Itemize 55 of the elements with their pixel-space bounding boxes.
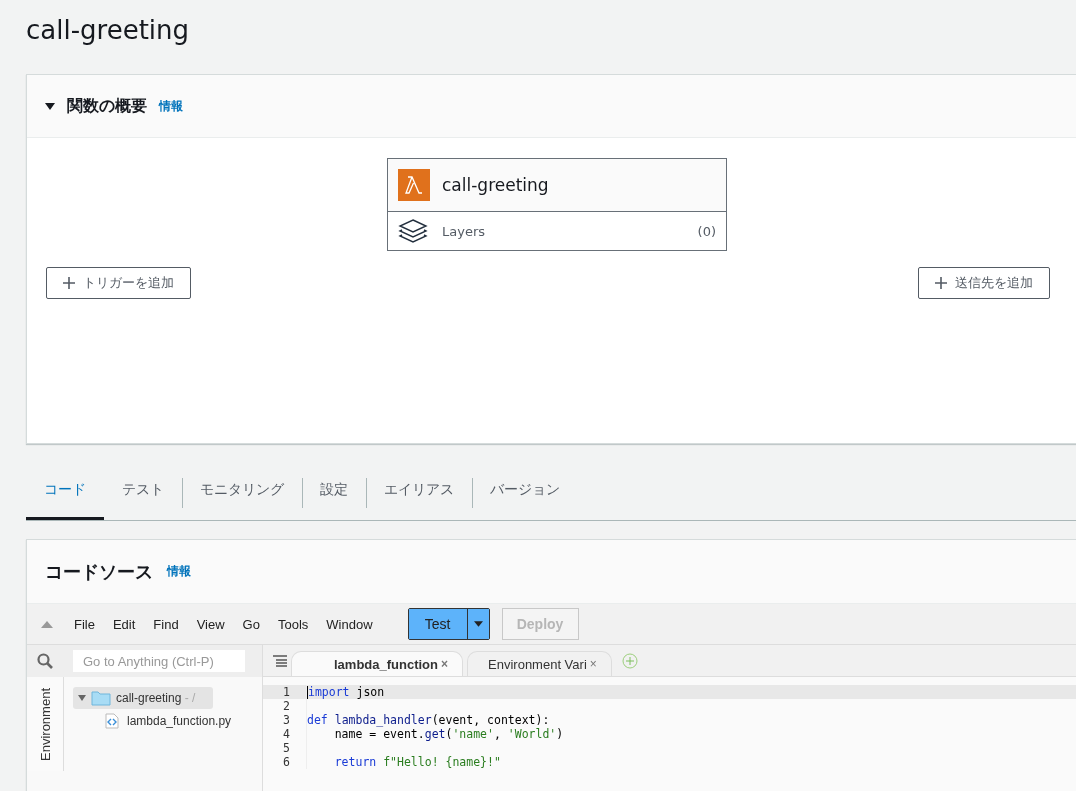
code-line: return f"Hello! {name}!" (333, 755, 501, 769)
info-link[interactable]: 情報 (167, 563, 191, 580)
plus-icon (63, 277, 75, 289)
caret-icon (473, 621, 483, 627)
code-line: def lambda_handler(event, context): (307, 713, 550, 727)
tab[interactable]: バージョン (472, 462, 578, 520)
collapse-icon[interactable] (41, 620, 53, 628)
layers-count: (0) (697, 223, 716, 239)
code-line: name = event.get('name', 'World') (333, 727, 564, 741)
line-number: 5 (263, 741, 307, 755)
file-tab[interactable]: Environment Vari × (467, 651, 612, 676)
file-tab[interactable]: lambda_function × (291, 651, 464, 676)
tab[interactable]: コード (26, 462, 104, 520)
page-title: call-greeting (26, 14, 191, 47)
section-title: 関数の概要 (67, 95, 147, 117)
lambda-icon (398, 169, 430, 201)
info-link[interactable]: 情報 (159, 97, 183, 115)
function-name: call-greeting (442, 175, 549, 195)
menu-item[interactable]: View (187, 616, 234, 632)
menu-item[interactable]: Edit (103, 616, 145, 632)
menu-item[interactable]: Window (317, 616, 382, 632)
line-number: 4 (263, 727, 307, 741)
close-icon[interactable]: × (441, 657, 449, 671)
search-icon[interactable] (37, 653, 53, 669)
close-icon[interactable]: × (589, 657, 597, 671)
tree-file[interactable]: lambda_function.py (73, 713, 252, 729)
list-icon[interactable] (273, 654, 287, 667)
layers-label: Layers (442, 223, 487, 239)
menu-item[interactable]: Find (144, 616, 188, 632)
plus-icon (935, 277, 947, 289)
folder-icon (91, 690, 111, 706)
test-button[interactable]: Test (408, 609, 467, 639)
caret-icon[interactable] (45, 101, 55, 111)
line-number: 6 (263, 755, 307, 769)
menu-item[interactable]: Tools (268, 616, 318, 632)
menu-item[interactable]: File (65, 616, 104, 632)
folder-item[interactable]: call-greeting - / (73, 687, 213, 709)
dropdown-button[interactable] (466, 609, 489, 639)
section-title: コードソース (45, 559, 153, 584)
tab[interactable]: 設定 (302, 462, 366, 520)
tab[interactable]: テスト (104, 462, 182, 520)
layers-icon (398, 218, 428, 244)
tab[interactable]: モニタリング (182, 462, 302, 520)
tab[interactable]: エイリアス (366, 462, 472, 520)
line-number: 2 (263, 699, 307, 713)
add-trigger-button[interactable]: トリガーを追加 (46, 267, 191, 299)
code-line: import json (307, 685, 385, 699)
search-field[interactable]: Go to Anything (Ctrl-P) (73, 650, 245, 672)
function-card[interactable]: call-greeting Layers (0) (387, 158, 727, 251)
side-tab[interactable]: Environment (37, 687, 53, 761)
menu-item[interactable]: Go (233, 616, 269, 632)
code-file-icon (105, 713, 119, 729)
folder-name: call-greeting - / (116, 691, 196, 705)
line-number: 3 (263, 713, 307, 727)
add-destination-button[interactable]: 送信先を追加 (918, 267, 1050, 299)
